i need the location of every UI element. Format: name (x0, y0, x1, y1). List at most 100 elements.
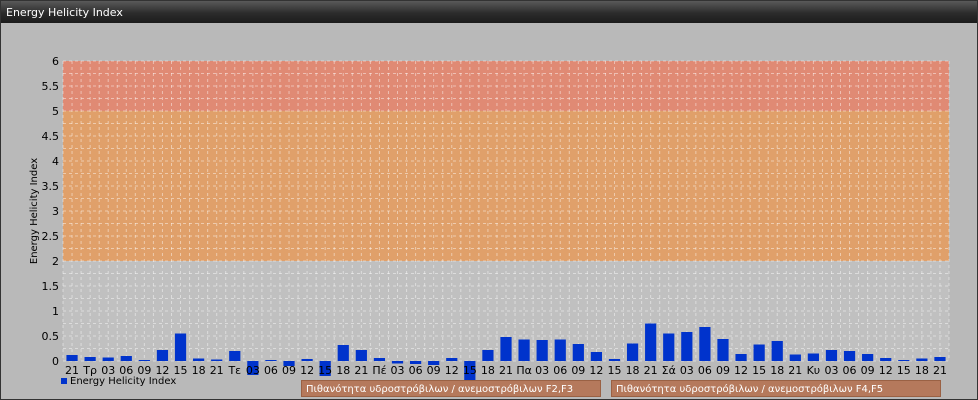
x-tick-label: 21 (210, 364, 224, 377)
x-tick-label: 18 (626, 364, 640, 377)
bar (608, 359, 621, 361)
y-tick-label: 3 (52, 205, 59, 218)
bar (753, 344, 765, 361)
y-tick-label: 6 (52, 55, 59, 68)
x-tick-label: 21 (354, 364, 368, 377)
y-tick-label: 4.5 (42, 130, 60, 143)
legend-band-f4f5: Πιθανότητα υδροστρόβιλων / ανεμοστρόβιλω… (611, 380, 941, 397)
bar (771, 341, 783, 361)
bar (518, 339, 530, 361)
bar (229, 351, 241, 361)
x-tick-label: 09 (571, 364, 585, 377)
bar (572, 344, 584, 361)
y-axis-label: Energy Helicity Index (29, 158, 40, 264)
bar (337, 345, 349, 361)
chart-area: 0 0.5 1 1.5 2 2.5 3 3.5 4 4.5 5 5.5 6 21 Τρ 03 06 09 12 15… (1, 23, 977, 399)
bar (681, 332, 693, 361)
bar (265, 360, 277, 361)
y-tick-label: 1.5 (42, 280, 60, 293)
bar (446, 358, 458, 361)
y-tick-label: 1 (52, 305, 59, 318)
x-tick-label: 09 (427, 364, 441, 377)
bar (373, 358, 386, 361)
bar (174, 333, 187, 361)
y-tick-label: 2 (52, 255, 59, 268)
bar (102, 357, 114, 361)
x-tick-label: Κυ (807, 364, 821, 377)
bar (862, 354, 874, 361)
legend: Energy Helicity Index (61, 376, 176, 387)
bar (699, 327, 711, 361)
x-tick-label: 12 (300, 364, 314, 377)
x-tick-label: 12 (445, 364, 459, 377)
y-tick-label: 4 (52, 155, 59, 168)
x-tick-label: 18 (770, 364, 784, 377)
bar (626, 343, 639, 361)
legend-label-ehi: Energy Helicity Index (70, 376, 177, 387)
bar (934, 357, 946, 361)
legend-band-f2f3: Πιθανότητα υδροστρόβιλων / ανεμοστρόβιλω… (301, 380, 601, 397)
bar (500, 337, 512, 361)
x-tick-label: 03 (246, 364, 260, 377)
y-tick-label: 0 (52, 355, 59, 368)
x-tick-label: 15 (463, 364, 477, 377)
bar (807, 353, 819, 361)
bar (916, 358, 928, 361)
bar (193, 358, 205, 361)
bar (554, 339, 566, 361)
x-tick-label: 15 (752, 364, 766, 377)
bar (590, 352, 603, 361)
bar (355, 350, 367, 361)
bar (843, 351, 856, 361)
x-tick-label: 06 (553, 364, 567, 377)
y-tick-label: 0.5 (42, 330, 60, 343)
x-tick-label: 21 (499, 364, 513, 377)
x-tick-label: 03 (535, 364, 549, 377)
chart-window: Energy Helicity Index 0 0.5 1 1.5 2 2.5 3 3.5 4 4… (0, 0, 978, 400)
x-tick-label: Πα (516, 364, 532, 377)
bar (138, 360, 150, 361)
window-title: Energy Helicity Index (1, 1, 977, 23)
y-tick-label: 2.5 (42, 230, 60, 243)
x-tick-label: 21 (788, 364, 802, 377)
bar (482, 350, 494, 361)
x-tick-label: 09 (861, 364, 875, 377)
x-tick-label: 09 (716, 364, 730, 377)
bar (156, 350, 169, 361)
x-tick-label: 18 (915, 364, 929, 377)
x-tick-label: 15 (897, 364, 911, 377)
bar (663, 333, 675, 361)
x-tick-label: 06 (264, 364, 278, 377)
bar (898, 360, 910, 361)
bar (301, 359, 313, 361)
bar (880, 358, 892, 361)
x-tick-label: 12 (589, 364, 603, 377)
x-tick-label: 06 (698, 364, 712, 377)
x-tick-label: 21 (933, 364, 947, 377)
legend-swatch-ehi (61, 378, 67, 384)
bar (120, 356, 132, 361)
x-tick-label: 03 (391, 364, 405, 377)
x-tick-label: 15 (318, 364, 332, 377)
ehi-bar-chart: 00.511.522.533.544.555.56 21 Τρ 03 06 09 12 15… (29, 55, 950, 382)
x-tick-label: Σά (662, 364, 676, 377)
bar (536, 340, 548, 361)
x-tick-label: 21 (644, 364, 658, 377)
bar (66, 355, 78, 361)
y-tick-label: 5.5 (42, 80, 60, 93)
x-tick-label: 18 (192, 364, 206, 377)
x-tick-label: 03 (680, 364, 694, 377)
x-tick-label: 06 (843, 364, 857, 377)
bar (825, 350, 838, 361)
x-tick-label: Τε (227, 364, 241, 377)
bar (211, 359, 223, 361)
x-tick-label: 18 (336, 364, 350, 377)
x-tick-label: 12 (879, 364, 893, 377)
x-tick-label: 15 (607, 364, 621, 377)
bar (735, 354, 747, 361)
x-tick-label: 18 (481, 364, 495, 377)
x-tick-label: 03 (824, 364, 838, 377)
bar (645, 323, 657, 361)
bar (84, 357, 96, 361)
x-tick-label: 12 (734, 364, 748, 377)
